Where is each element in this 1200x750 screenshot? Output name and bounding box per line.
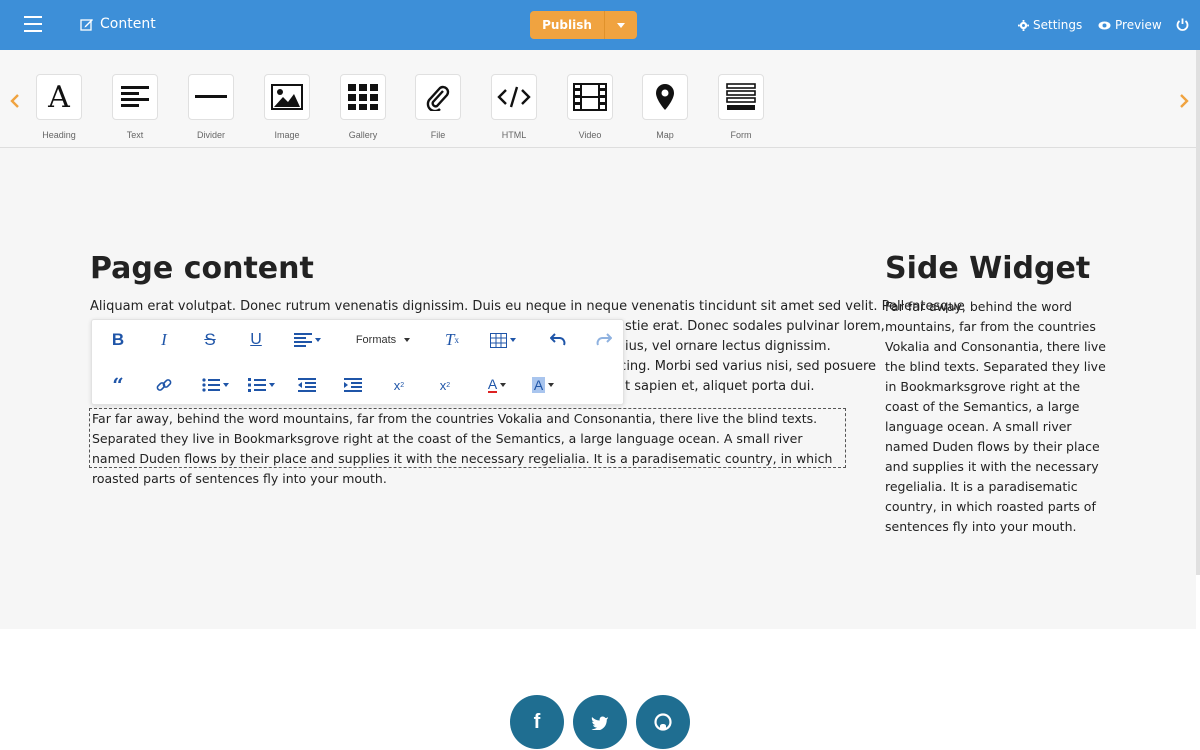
gear-icon (1018, 19, 1029, 31)
preview-label: Preview (1115, 18, 1162, 32)
menu-icon[interactable] (24, 16, 42, 34)
github-icon (654, 713, 672, 731)
chevron-down-icon (510, 338, 516, 342)
twitter-icon (591, 716, 608, 730)
element-file[interactable]: File (414, 74, 462, 140)
chevron-down-icon (500, 383, 507, 387)
side-widget-text[interactable]: Far far away, behind the word mountains,… (885, 297, 1117, 537)
settings-label: Settings (1033, 18, 1083, 32)
element-label: Image (274, 130, 300, 140)
side-widget-title: Side Widget (885, 251, 1091, 286)
superscript-icon[interactable]: x2 (435, 375, 455, 395)
numbered-list-dropdown[interactable] (246, 375, 276, 395)
preview-link[interactable]: Preview (1098, 18, 1162, 32)
page-title: Page content (90, 251, 314, 286)
table-dropdown[interactable] (488, 330, 518, 350)
chevron-down-icon (268, 383, 275, 387)
element-map[interactable]: Map (641, 74, 689, 140)
top-bar: Content Publish Settings Preview (0, 0, 1200, 50)
divider-icon (195, 95, 227, 98)
element-label: File (430, 130, 446, 140)
clear-format-icon[interactable]: Tx (442, 330, 462, 350)
table-icon (490, 332, 507, 348)
bullet-list-icon (201, 378, 220, 392)
chevron-down-icon (404, 338, 411, 342)
facebook-icon: f (533, 710, 541, 733)
align-dropdown[interactable] (292, 330, 322, 350)
gallery-icon (348, 84, 378, 110)
element-label: Divider (196, 130, 225, 140)
paperclip-icon (426, 85, 450, 111)
blockquote-icon[interactable]: “ (108, 373, 128, 397)
elements-bar: A Heading Text Divider Image Gallery Fil… (0, 50, 1196, 148)
twitter-button[interactable] (573, 695, 627, 749)
element-label: Gallery (348, 130, 378, 140)
align-left-icon (293, 333, 312, 347)
element-image[interactable]: Image (263, 74, 311, 140)
formats-dropdown[interactable]: Formats (352, 330, 414, 350)
redo-icon[interactable] (594, 330, 614, 350)
eye-icon (1098, 21, 1111, 29)
heading-icon: A (48, 79, 70, 115)
text-icon (121, 86, 149, 107)
indent-icon[interactable] (343, 375, 363, 395)
chevron-down-icon (617, 22, 625, 28)
subscript-icon[interactable]: x2 (389, 375, 409, 395)
publish-button[interactable]: Publish (530, 11, 604, 39)
element-label: Text (126, 130, 144, 140)
paragraph-line[interactable]: stie erat. Donec sodales pulvinar lorem, (625, 317, 885, 337)
selected-text-block[interactable]: Far far away, behind the word mountains,… (89, 408, 846, 486)
strikethrough-icon[interactable]: S (200, 330, 220, 350)
paragraph-line[interactable]: Aliquam erat volutpat. Donec rutrum vene… (90, 297, 965, 317)
element-gallery[interactable]: Gallery (339, 74, 387, 140)
text-color-dropdown[interactable]: A (482, 375, 512, 395)
chevron-down-icon (222, 383, 229, 387)
edit-icon (80, 19, 93, 31)
element-label: HTML (501, 130, 527, 140)
paragraph-line[interactable]: ius, vel ornare lectus dignissim. (625, 337, 831, 357)
chevron-right-icon[interactable] (1178, 94, 1190, 108)
image-icon (271, 84, 303, 110)
formats-label: Formats (355, 334, 397, 346)
highlight-color-dropdown[interactable]: A (528, 375, 558, 395)
publish-dropdown-toggle[interactable] (604, 11, 637, 39)
map-pin-icon (656, 84, 674, 110)
chevron-down-icon (548, 383, 555, 387)
element-video[interactable]: Video (566, 74, 614, 140)
italic-icon[interactable]: I (154, 330, 174, 350)
content-nav-link[interactable]: Content (80, 16, 156, 32)
bold-icon[interactable]: B (108, 330, 128, 350)
form-icon (726, 83, 756, 110)
element-form[interactable]: Form (717, 74, 765, 140)
power-icon[interactable] (1176, 18, 1189, 31)
underline-icon[interactable]: U (246, 330, 266, 350)
github-button[interactable] (636, 695, 690, 749)
content-nav-label: Content (100, 16, 156, 32)
code-icon (497, 86, 531, 108)
element-label: Heading (42, 130, 76, 140)
text-format-toolbar: B I S U Formats Tx “ x2 x2 A A (91, 319, 624, 405)
element-label: Map (656, 130, 674, 140)
film-icon (573, 83, 607, 111)
element-label: Form (730, 130, 752, 140)
numbered-list-icon (247, 378, 266, 392)
bullet-list-dropdown[interactable] (200, 375, 230, 395)
chevron-left-icon[interactable] (9, 94, 21, 108)
outdent-icon[interactable] (297, 375, 317, 395)
text-color-icon: A (487, 376, 498, 393)
undo-icon[interactable] (548, 330, 568, 350)
chevron-down-icon (314, 338, 321, 342)
element-text[interactable]: Text (111, 74, 159, 140)
highlight-color-icon: A (531, 377, 546, 393)
element-heading[interactable]: A Heading (35, 74, 83, 140)
settings-link[interactable]: Settings (1018, 18, 1082, 32)
paragraph-text[interactable]: Far far away, behind the word mountains,… (92, 409, 843, 489)
element-html[interactable]: HTML (490, 74, 538, 140)
link-icon[interactable] (154, 375, 174, 395)
element-label: Video (578, 130, 602, 140)
facebook-button[interactable]: f (510, 695, 564, 749)
element-divider[interactable]: Divider (187, 74, 235, 140)
vertical-scrollbar[interactable] (1196, 50, 1200, 575)
publish-button-group: Publish (530, 11, 637, 39)
